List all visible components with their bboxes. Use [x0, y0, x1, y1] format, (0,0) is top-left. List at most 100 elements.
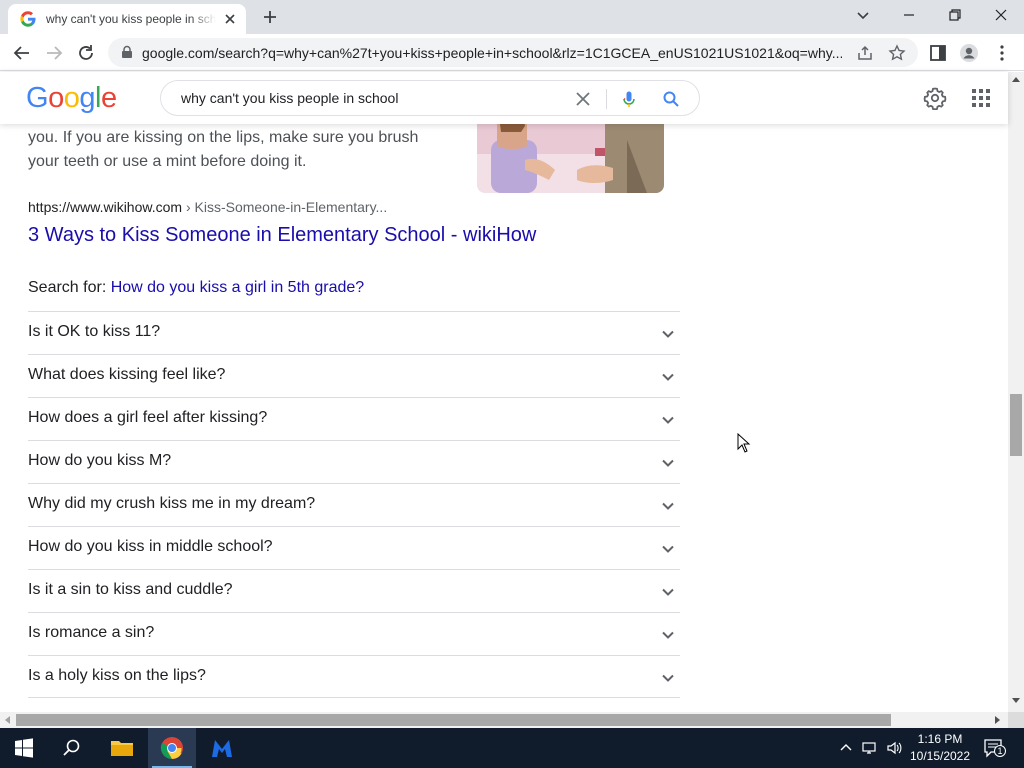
clear-search-icon[interactable]: [574, 90, 592, 108]
result-snippet: you. If you are kissing on the lips, mak…: [28, 126, 448, 174]
microphone-icon[interactable]: [620, 90, 638, 108]
scroll-down-arrow-icon[interactable]: [1012, 698, 1020, 703]
horizontal-scroll-thumb[interactable]: [16, 714, 891, 726]
back-arrow-icon[interactable]: [11, 42, 33, 64]
google-header: Google why can't you kiss people in scho…: [0, 72, 1008, 124]
show-hidden-icons-chevron-icon[interactable]: [838, 740, 854, 756]
settings-gear-icon[interactable]: [923, 86, 947, 110]
chevron-down-icon[interactable]: [660, 498, 676, 514]
minimize-icon[interactable]: [897, 5, 921, 25]
clock-date: 10/15/2022: [909, 749, 971, 763]
lock-icon[interactable]: [120, 45, 134, 59]
logo-letter: e: [100, 82, 117, 114]
search-for-suggestion: Search for: How do you kiss a girl in 5t…: [28, 279, 364, 297]
forward-arrow-icon[interactable]: [43, 42, 65, 64]
scroll-left-arrow-icon[interactable]: [5, 716, 10, 724]
browser-toolbar: google.com/search?q=why+can%27t+you+kiss…: [0, 34, 1024, 71]
chevron-down-icon[interactable]: [660, 412, 676, 428]
chevron-down-icon[interactable]: [660, 455, 676, 471]
system-clock[interactable]: 1:16 PM 10/15/2022: [908, 731, 972, 765]
windows-logo-icon: [15, 738, 33, 758]
paa-question[interactable]: Is romance a sin?: [28, 612, 680, 655]
search-icon: [63, 739, 80, 756]
chevron-down-icon[interactable]: [660, 627, 676, 643]
bookmark-star-icon[interactable]: [888, 44, 906, 62]
tab-strip: why can't you kiss people in school - Go…: [0, 0, 1024, 34]
snippet-line: you. If you are kissing on the lips, mak…: [28, 129, 419, 146]
logo-letter: g: [79, 82, 95, 114]
search-icon[interactable]: [662, 90, 680, 108]
close-window-icon[interactable]: [989, 5, 1013, 25]
google-logo[interactable]: Google: [26, 82, 117, 115]
restore-icon[interactable]: [943, 5, 967, 25]
paa-question[interactable]: What does kissing feel like?: [28, 354, 680, 397]
start-button[interactable]: [0, 728, 48, 768]
paa-question-text: How do you kiss in middle school?: [28, 538, 273, 555]
notification-count-badge: 1: [994, 745, 1006, 757]
search-divider: [606, 89, 607, 109]
search-input[interactable]: why can't you kiss people in school: [181, 90, 398, 106]
folder-icon: [111, 741, 133, 756]
paa-question[interactable]: How does a girl feel after kissing?: [28, 397, 680, 440]
malwarebytes-icon: [212, 740, 232, 757]
action-center-button[interactable]: 1: [983, 738, 1006, 758]
result-cite[interactable]: https://www.wikihow.com › Kiss-Someone-i…: [28, 199, 387, 215]
profile-avatar-icon[interactable]: [959, 43, 979, 63]
paa-question-text: How does a girl feel after kissing?: [28, 409, 268, 426]
reload-icon[interactable]: [75, 42, 97, 64]
snippet-line: your teeth or use a mint before doing it…: [28, 153, 307, 170]
scroll-right-arrow-icon[interactable]: [995, 716, 1000, 724]
search-box[interactable]: why can't you kiss people in school: [160, 80, 700, 116]
vertical-scroll-thumb[interactable]: [1010, 394, 1022, 456]
chevron-down-icon[interactable]: [660, 584, 676, 600]
chrome-icon: [160, 737, 183, 759]
paa-question-text: Is it OK to kiss 11?: [28, 323, 161, 340]
result-thumbnail-image[interactable]: [477, 124, 664, 193]
url-text[interactable]: google.com/search?q=why+can%27t+you+kiss…: [142, 45, 842, 61]
chevron-down-icon[interactable]: [660, 369, 676, 385]
cite-domain: https://www.wikihow.com: [28, 199, 183, 215]
chevron-down-icon[interactable]: [660, 326, 676, 342]
result-title-link[interactable]: 3 Ways to Kiss Someone in Elementary Sch…: [28, 224, 536, 247]
mouse-pointer-icon: [737, 433, 751, 453]
paa-question[interactable]: How do you kiss in middle school?: [28, 526, 680, 569]
horizontal-scrollbar[interactable]: [0, 712, 1008, 728]
chevron-down-icon[interactable]: [660, 670, 676, 686]
logo-letter: G: [26, 82, 49, 114]
logo-letter: o: [63, 82, 80, 114]
file-explorer-button[interactable]: [98, 728, 146, 768]
new-tab-icon[interactable]: [258, 7, 282, 27]
side-panel-icon[interactable]: [928, 43, 948, 63]
browser-tab[interactable]: why can't you kiss people in school - Go…: [8, 4, 246, 34]
paa-question[interactable]: How do you kiss M?: [28, 440, 680, 483]
chevron-down-icon[interactable]: [660, 541, 676, 557]
tab-title: why can't you kiss people in school - Go…: [46, 12, 216, 26]
paa-question[interactable]: Is it OK to kiss 11?: [28, 311, 680, 354]
search-results: you. If you are kissing on the lips, mak…: [0, 124, 1008, 712]
tab-search-icon[interactable]: [851, 5, 875, 25]
paa-question[interactable]: Is it a sin to kiss and cuddle?: [28, 569, 680, 612]
windows-taskbar: 1:16 PM 10/15/2022 1: [0, 728, 1024, 768]
people-also-ask-list: Is it OK to kiss 11? What does kissing f…: [28, 311, 680, 698]
address-bar[interactable]: google.com/search?q=why+can%27t+you+kiss…: [108, 38, 918, 67]
malwarebytes-button[interactable]: [198, 728, 246, 768]
google-favicon-icon: [20, 11, 36, 27]
close-tab-icon[interactable]: [222, 11, 238, 27]
network-icon[interactable]: [862, 740, 878, 756]
search-for-link[interactable]: How do you kiss a girl in 5th grade?: [111, 279, 364, 296]
google-apps-icon[interactable]: [969, 86, 993, 110]
paa-question[interactable]: Why did my crush kiss me in my dream?: [28, 483, 680, 526]
paa-question-text: Is it a sin to kiss and cuddle?: [28, 581, 233, 598]
vertical-scrollbar[interactable]: [1008, 72, 1024, 712]
paa-question-text: Is a holy kiss on the lips?: [28, 667, 206, 684]
chrome-menu-icon[interactable]: [992, 43, 1012, 63]
volume-icon[interactable]: [886, 740, 902, 756]
taskbar-search-button[interactable]: [48, 728, 96, 768]
paa-question-text: Why did my crush kiss me in my dream?: [28, 495, 316, 512]
logo-letter: o: [48, 82, 64, 114]
chrome-taskbar-button[interactable]: [148, 728, 196, 768]
scroll-up-arrow-icon[interactable]: [1012, 77, 1020, 82]
paa-question[interactable]: Is a holy kiss on the lips?: [28, 655, 680, 698]
share-icon[interactable]: [856, 44, 874, 62]
search-for-label: Search for:: [28, 279, 111, 296]
